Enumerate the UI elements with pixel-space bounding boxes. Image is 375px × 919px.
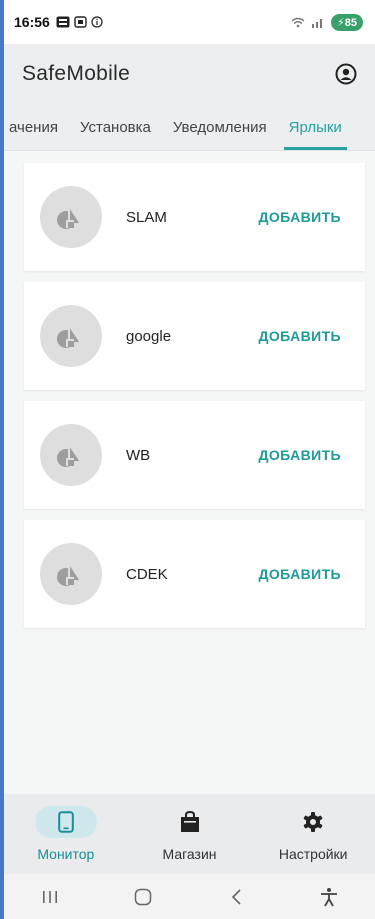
- shortcut-name: CDEK: [126, 565, 168, 583]
- info-icon: [91, 16, 103, 28]
- add-shortcut-button[interactable]: ДОБАВИТЬ: [259, 566, 342, 582]
- shortcut-placeholder-icon: [40, 305, 102, 367]
- shortcut-card: SLAM ДОБАВИТЬ: [24, 163, 365, 271]
- recent-apps-button[interactable]: [30, 882, 70, 912]
- signal-icon: [312, 18, 323, 28]
- tab-label: ачения: [9, 118, 58, 136]
- shortcut-placeholder-icon: [40, 186, 102, 248]
- shortcut-card: google ДОБАВИТЬ: [24, 282, 365, 390]
- phone-icon: [58, 811, 74, 833]
- account-icon: [335, 63, 357, 85]
- tab-track: ачения Установка Уведомления Ярлыки: [4, 104, 353, 150]
- status-bar: 16:56 ⚡85: [4, 0, 375, 44]
- app-bar: SafeMobile: [4, 44, 375, 104]
- status-time: 16:56: [14, 14, 50, 30]
- tab-bar: ачения Установка Уведомления Ярлыки: [4, 104, 375, 151]
- nav-icon-container: [282, 806, 344, 838]
- nav-monitor[interactable]: Монитор: [4, 794, 128, 874]
- add-shortcut-button[interactable]: ДОБАВИТЬ: [259, 328, 342, 344]
- notification-icons: [56, 16, 103, 28]
- system-navigation-bar: [4, 874, 375, 919]
- nav-label: Магазин: [162, 846, 217, 862]
- nav-icon-container: [34, 806, 97, 838]
- back-icon: [231, 888, 241, 905]
- home-button[interactable]: [123, 882, 163, 912]
- wifi-icon: [291, 17, 305, 27]
- tab-label: Установка: [79, 118, 151, 136]
- tab-notifications[interactable]: Уведомления: [162, 104, 278, 150]
- shortcut-list: SLAM ДОБАВИТЬ google ДОБАВИТЬ WB ДОБАВИТ…: [24, 163, 365, 639]
- nav-settings[interactable]: Настройки: [251, 794, 375, 874]
- tab-label: Ярлыки: [288, 118, 342, 136]
- home-icon: [134, 888, 152, 905]
- nav-icon-container: [159, 806, 221, 838]
- back-button[interactable]: [216, 882, 256, 912]
- battery-level: 85: [344, 16, 357, 29]
- tab-install[interactable]: Установка: [69, 104, 162, 150]
- accessibility-icon: [320, 887, 337, 906]
- nav-store[interactable]: Магазин: [128, 794, 252, 874]
- app-title: SafeMobile: [22, 62, 131, 85]
- tab-values[interactable]: ачения: [4, 104, 69, 150]
- nav-label: Настройки: [278, 846, 348, 862]
- add-shortcut-button[interactable]: ДОБАВИТЬ: [259, 447, 342, 463]
- shortcut-card: WB ДОБАВИТЬ: [24, 401, 365, 509]
- shortcut-name: WB: [126, 446, 151, 464]
- tab-shortcuts[interactable]: Ярлыки: [278, 104, 353, 150]
- shopping-bag-icon: [180, 811, 199, 832]
- shortcut-placeholder-icon: [40, 424, 102, 486]
- shortcut-card: CDEK ДОБАВИТЬ: [24, 520, 365, 628]
- bottom-navigation: Монитор Магазин Настройки: [4, 794, 375, 874]
- shortcut-name: SLAM: [126, 208, 167, 226]
- shortcut-placeholder-icon: [40, 543, 102, 605]
- add-shortcut-button[interactable]: ДОБАВИТЬ: [259, 209, 342, 225]
- account-button[interactable]: [333, 61, 359, 87]
- nav-label: Монитор: [37, 846, 95, 862]
- tab-label: Уведомления: [172, 118, 267, 136]
- shortcut-name: google: [126, 327, 172, 345]
- status-right: ⚡85: [291, 13, 363, 31]
- screenshot-icon: [74, 16, 87, 28]
- gear-icon: [303, 812, 323, 832]
- app-notification-icon: [56, 16, 70, 28]
- battery-indicator: ⚡85: [331, 13, 363, 31]
- recent-apps-icon: [43, 890, 58, 903]
- accessibility-button[interactable]: [309, 882, 349, 912]
- app-screen: 16:56 ⚡85 SafeMobile ачения Установка Ув…: [0, 0, 375, 919]
